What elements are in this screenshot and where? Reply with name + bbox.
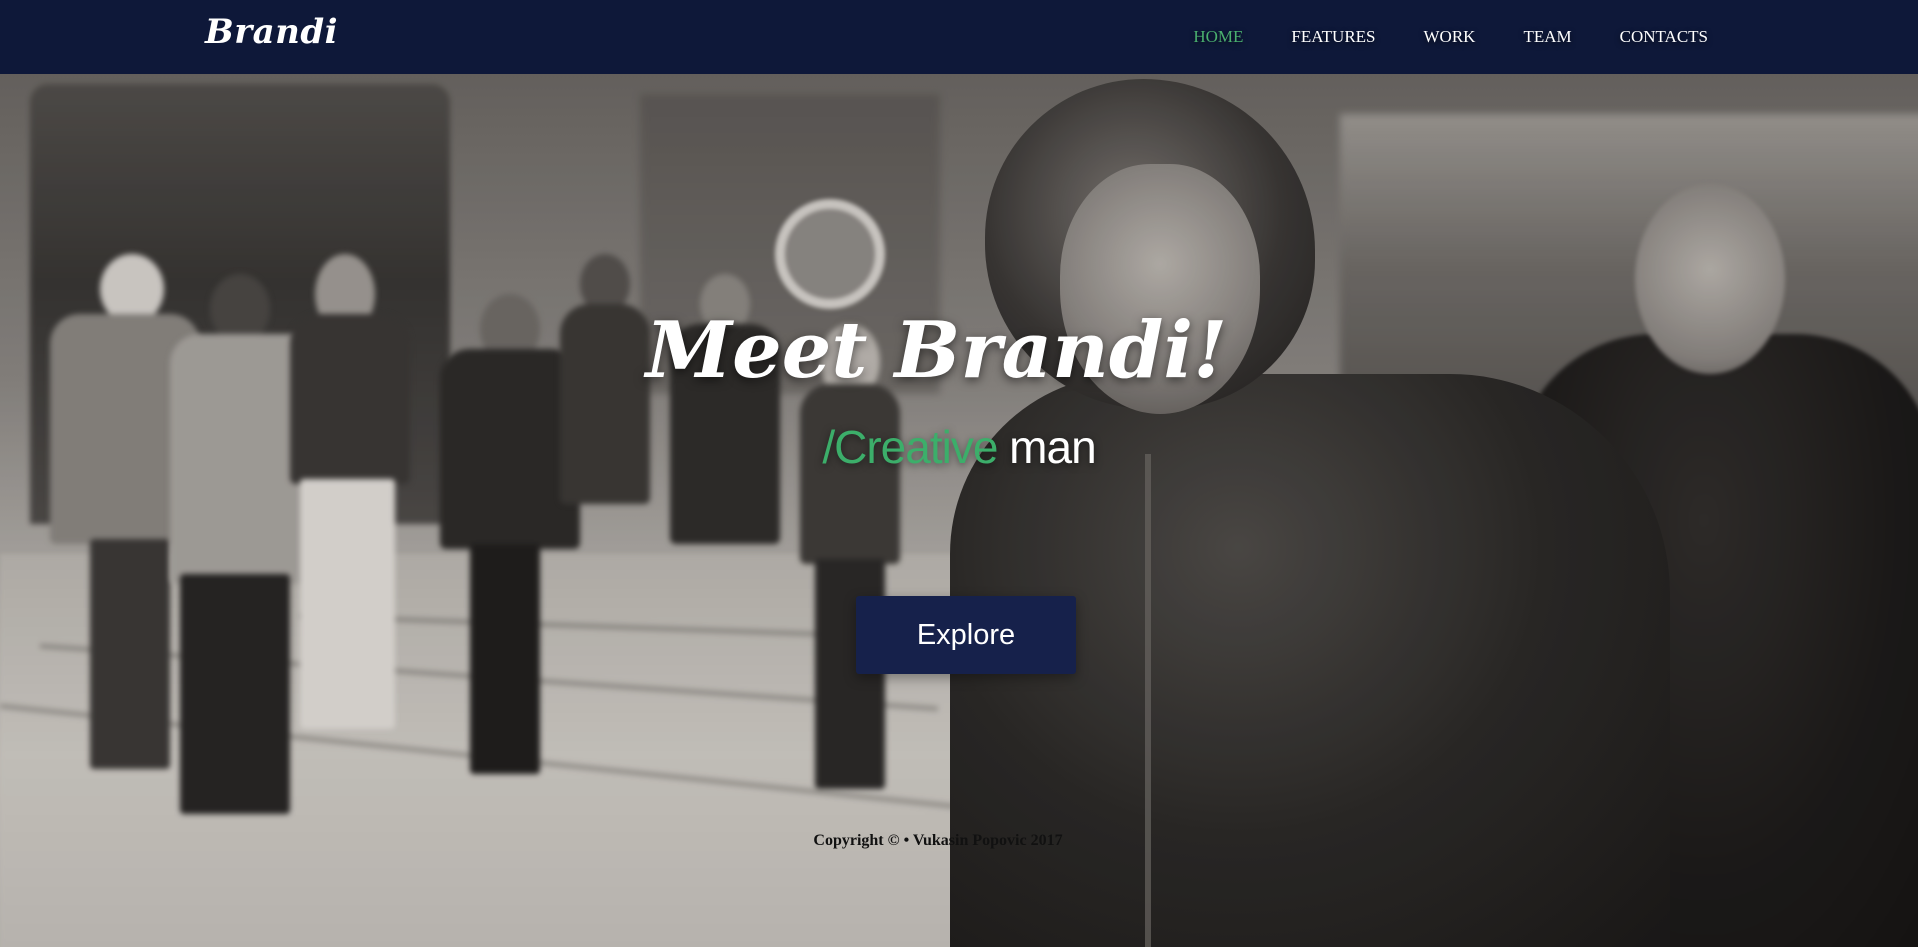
nav-item-work[interactable]: WORK (1424, 27, 1476, 47)
hero-subtitle: /Creative man (0, 420, 1918, 474)
nav-menu: HOME FEATURES WORK TEAM CONTACTS (1145, 0, 1708, 74)
nav-item-contacts[interactable]: CONTACTS (1620, 27, 1708, 47)
navbar: Brandi HOME FEATURES WORK TEAM CONTACTS (0, 0, 1918, 74)
hero-section (0, 74, 1918, 947)
copyright-text: Copyright © • Vukasin Popovic 2017 (813, 832, 1063, 849)
hero-subtitle-highlight: /Creative (822, 421, 998, 473)
brand-logo[interactable]: Brandi (205, 12, 338, 52)
hero-subtitle-rest: man (997, 421, 1097, 473)
hero-title: Meet Brandi! (645, 305, 1228, 396)
nav-item-features[interactable]: FEATURES (1291, 27, 1375, 47)
nav-item-home[interactable]: HOME (1193, 27, 1243, 47)
explore-button[interactable]: Explore (856, 596, 1076, 674)
nav-item-team[interactable]: TEAM (1523, 27, 1571, 47)
